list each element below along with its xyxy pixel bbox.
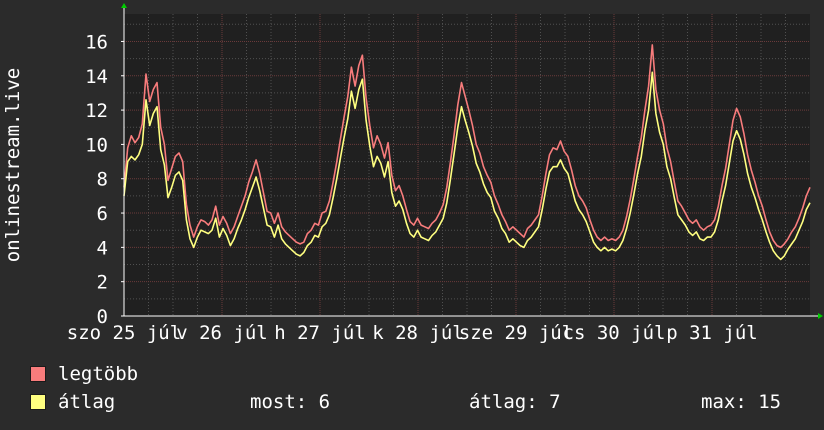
x-tick-label: p 31 júl [666,322,758,344]
legend-label-avg: átlag [58,391,116,413]
y-tick-labels: 0246810121416 [85,31,108,328]
x-tick-labels: szo 25 júlv 26 júl h 27 júl k 28 júlsze 29… [67,322,758,344]
stat-max: max: 15 [701,391,782,413]
legend-item-max: legtöbb [30,363,138,385]
legend-swatch-avg [30,394,46,410]
y-axis-label: onlinestream.live [2,68,24,262]
y-tick-label: 14 [85,66,108,88]
y-tick-label: 8 [97,169,108,191]
stat-average: átlag: 7 [469,391,561,413]
y-tick-label: 2 [97,272,108,294]
x-tick-label: cs 30 júl [563,322,666,344]
y-tick-label: 16 [85,31,108,53]
y-tick-label: 12 [85,100,108,122]
y-axis-arrow [121,3,127,8]
y-tick-label: 4 [97,237,108,259]
legend-item-avg: átlag [30,391,115,413]
x-tick-label: v 26 júl [176,322,268,344]
x-tick-label: h 27 júl [274,322,366,344]
stat-now: most: 6 [250,391,331,413]
y-tick-label: 10 [85,134,108,156]
legend-label-max: legtöbb [58,363,139,385]
x-tick-label: sze 29 júl [459,322,573,344]
legend-swatch-max [30,366,46,382]
x-tick-label: szo 25 júl [67,322,181,344]
x-axis-arrow [818,313,823,319]
x-tick-label: k 28 júl [372,322,464,344]
y-tick-label: 6 [97,203,108,225]
